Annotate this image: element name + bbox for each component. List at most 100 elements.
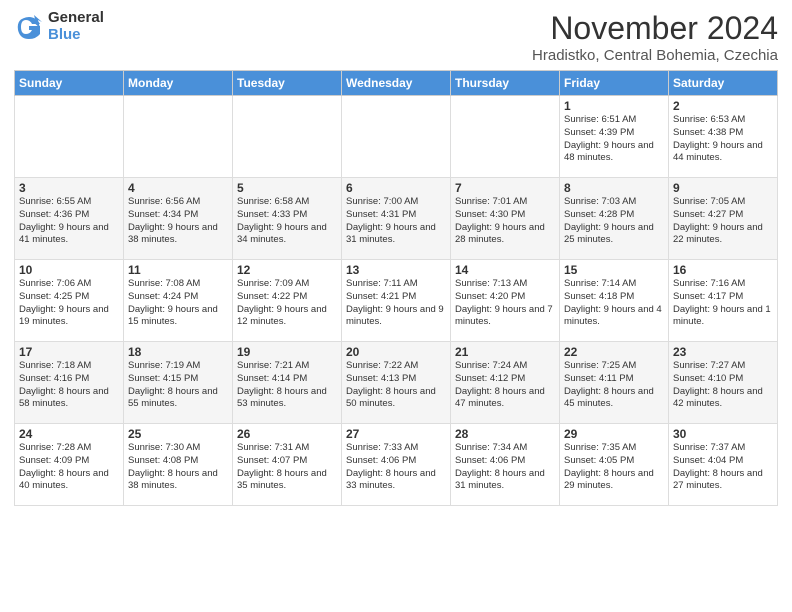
day-info: Sunrise: 7:18 AM Sunset: 4:16 PM Dayligh… xyxy=(19,360,119,411)
day-number: 28 xyxy=(455,427,555,441)
calendar-day-cell: 14Sunrise: 7:13 AM Sunset: 4:20 PM Dayli… xyxy=(451,260,560,342)
day-number: 17 xyxy=(19,345,119,359)
day-info: Sunrise: 7:09 AM Sunset: 4:22 PM Dayligh… xyxy=(237,278,337,329)
calendar-day-cell: 19Sunrise: 7:21 AM Sunset: 4:14 PM Dayli… xyxy=(233,342,342,424)
calendar-day-cell: 11Sunrise: 7:08 AM Sunset: 4:24 PM Dayli… xyxy=(124,260,233,342)
weekday-header: Monday xyxy=(124,71,233,96)
weekday-header: Tuesday xyxy=(233,71,342,96)
calendar-week-row: 17Sunrise: 7:18 AM Sunset: 4:16 PM Dayli… xyxy=(15,342,778,424)
calendar-day-cell: 4Sunrise: 6:56 AM Sunset: 4:34 PM Daylig… xyxy=(124,178,233,260)
day-number: 19 xyxy=(237,345,337,359)
day-number: 20 xyxy=(346,345,446,359)
day-number: 6 xyxy=(346,181,446,195)
day-info: Sunrise: 7:35 AM Sunset: 4:05 PM Dayligh… xyxy=(564,442,664,493)
day-number: 18 xyxy=(128,345,228,359)
month-title: November 2024 xyxy=(532,10,778,47)
calendar-day-cell: 12Sunrise: 7:09 AM Sunset: 4:22 PM Dayli… xyxy=(233,260,342,342)
calendar-day-cell xyxy=(342,96,451,178)
calendar-day-cell: 28Sunrise: 7:34 AM Sunset: 4:06 PM Dayli… xyxy=(451,424,560,506)
day-number: 11 xyxy=(128,263,228,277)
calendar-day-cell: 5Sunrise: 6:58 AM Sunset: 4:33 PM Daylig… xyxy=(233,178,342,260)
calendar-week-row: 1Sunrise: 6:51 AM Sunset: 4:39 PM Daylig… xyxy=(15,96,778,178)
calendar-day-cell: 20Sunrise: 7:22 AM Sunset: 4:13 PM Dayli… xyxy=(342,342,451,424)
day-number: 26 xyxy=(237,427,337,441)
calendar-day-cell: 25Sunrise: 7:30 AM Sunset: 4:08 PM Dayli… xyxy=(124,424,233,506)
calendar-day-cell: 7Sunrise: 7:01 AM Sunset: 4:30 PM Daylig… xyxy=(451,178,560,260)
weekday-header: Saturday xyxy=(669,71,778,96)
calendar-day-cell: 26Sunrise: 7:31 AM Sunset: 4:07 PM Dayli… xyxy=(233,424,342,506)
weekday-header: Friday xyxy=(560,71,669,96)
calendar-day-cell: 16Sunrise: 7:16 AM Sunset: 4:17 PM Dayli… xyxy=(669,260,778,342)
calendar-day-cell: 21Sunrise: 7:24 AM Sunset: 4:12 PM Dayli… xyxy=(451,342,560,424)
day-number: 15 xyxy=(564,263,664,277)
day-number: 4 xyxy=(128,181,228,195)
page-container: General Blue November 2024 Hradistko, Ce… xyxy=(0,0,792,612)
calendar-table: SundayMondayTuesdayWednesdayThursdayFrid… xyxy=(14,70,778,506)
day-number: 1 xyxy=(564,99,664,113)
day-number: 25 xyxy=(128,427,228,441)
day-number: 7 xyxy=(455,181,555,195)
weekday-header: Wednesday xyxy=(342,71,451,96)
day-number: 14 xyxy=(455,263,555,277)
day-number: 24 xyxy=(19,427,119,441)
day-info: Sunrise: 7:34 AM Sunset: 4:06 PM Dayligh… xyxy=(455,442,555,493)
day-info: Sunrise: 6:58 AM Sunset: 4:33 PM Dayligh… xyxy=(237,196,337,247)
calendar-day-cell: 15Sunrise: 7:14 AM Sunset: 4:18 PM Dayli… xyxy=(560,260,669,342)
logo-general: General xyxy=(48,10,104,27)
day-info: Sunrise: 7:11 AM Sunset: 4:21 PM Dayligh… xyxy=(346,278,446,329)
calendar-day-cell: 6Sunrise: 7:00 AM Sunset: 4:31 PM Daylig… xyxy=(342,178,451,260)
day-info: Sunrise: 7:05 AM Sunset: 4:27 PM Dayligh… xyxy=(673,196,773,247)
calendar-day-cell xyxy=(124,96,233,178)
day-number: 27 xyxy=(346,427,446,441)
day-info: Sunrise: 7:21 AM Sunset: 4:14 PM Dayligh… xyxy=(237,360,337,411)
logo-icon xyxy=(14,12,44,42)
day-info: Sunrise: 7:24 AM Sunset: 4:12 PM Dayligh… xyxy=(455,360,555,411)
day-info: Sunrise: 6:53 AM Sunset: 4:38 PM Dayligh… xyxy=(673,114,773,165)
day-info: Sunrise: 7:31 AM Sunset: 4:07 PM Dayligh… xyxy=(237,442,337,493)
calendar-week-row: 10Sunrise: 7:06 AM Sunset: 4:25 PM Dayli… xyxy=(15,260,778,342)
day-info: Sunrise: 7:14 AM Sunset: 4:18 PM Dayligh… xyxy=(564,278,664,329)
logo: General Blue xyxy=(14,10,104,43)
day-info: Sunrise: 7:27 AM Sunset: 4:10 PM Dayligh… xyxy=(673,360,773,411)
weekday-header: Thursday xyxy=(451,71,560,96)
day-info: Sunrise: 7:28 AM Sunset: 4:09 PM Dayligh… xyxy=(19,442,119,493)
calendar-day-cell: 10Sunrise: 7:06 AM Sunset: 4:25 PM Dayli… xyxy=(15,260,124,342)
logo-blue: Blue xyxy=(48,27,104,44)
calendar-week-row: 24Sunrise: 7:28 AM Sunset: 4:09 PM Dayli… xyxy=(15,424,778,506)
calendar-day-cell xyxy=(451,96,560,178)
title-block: November 2024 Hradistko, Central Bohemia… xyxy=(532,10,778,64)
day-info: Sunrise: 7:33 AM Sunset: 4:06 PM Dayligh… xyxy=(346,442,446,493)
day-info: Sunrise: 7:25 AM Sunset: 4:11 PM Dayligh… xyxy=(564,360,664,411)
day-number: 22 xyxy=(564,345,664,359)
calendar-day-cell: 13Sunrise: 7:11 AM Sunset: 4:21 PM Dayli… xyxy=(342,260,451,342)
calendar-day-cell: 3Sunrise: 6:55 AM Sunset: 4:36 PM Daylig… xyxy=(15,178,124,260)
day-number: 8 xyxy=(564,181,664,195)
day-info: Sunrise: 7:00 AM Sunset: 4:31 PM Dayligh… xyxy=(346,196,446,247)
day-info: Sunrise: 7:16 AM Sunset: 4:17 PM Dayligh… xyxy=(673,278,773,329)
calendar-day-cell: 22Sunrise: 7:25 AM Sunset: 4:11 PM Dayli… xyxy=(560,342,669,424)
day-info: Sunrise: 7:06 AM Sunset: 4:25 PM Dayligh… xyxy=(19,278,119,329)
day-number: 10 xyxy=(19,263,119,277)
page-header: General Blue November 2024 Hradistko, Ce… xyxy=(14,10,778,64)
day-info: Sunrise: 7:30 AM Sunset: 4:08 PM Dayligh… xyxy=(128,442,228,493)
day-number: 21 xyxy=(455,345,555,359)
calendar-day-cell: 1Sunrise: 6:51 AM Sunset: 4:39 PM Daylig… xyxy=(560,96,669,178)
calendar-day-cell: 17Sunrise: 7:18 AM Sunset: 4:16 PM Dayli… xyxy=(15,342,124,424)
day-info: Sunrise: 7:01 AM Sunset: 4:30 PM Dayligh… xyxy=(455,196,555,247)
calendar-day-cell: 2Sunrise: 6:53 AM Sunset: 4:38 PM Daylig… xyxy=(669,96,778,178)
calendar-day-cell xyxy=(15,96,124,178)
day-info: Sunrise: 7:22 AM Sunset: 4:13 PM Dayligh… xyxy=(346,360,446,411)
weekday-header: Sunday xyxy=(15,71,124,96)
day-number: 2 xyxy=(673,99,773,113)
calendar-day-cell: 30Sunrise: 7:37 AM Sunset: 4:04 PM Dayli… xyxy=(669,424,778,506)
calendar-day-cell: 29Sunrise: 7:35 AM Sunset: 4:05 PM Dayli… xyxy=(560,424,669,506)
logo-text: General Blue xyxy=(48,10,104,43)
day-number: 9 xyxy=(673,181,773,195)
calendar-week-row: 3Sunrise: 6:55 AM Sunset: 4:36 PM Daylig… xyxy=(15,178,778,260)
day-info: Sunrise: 7:08 AM Sunset: 4:24 PM Dayligh… xyxy=(128,278,228,329)
location-subtitle: Hradistko, Central Bohemia, Czechia xyxy=(532,47,778,64)
day-info: Sunrise: 6:51 AM Sunset: 4:39 PM Dayligh… xyxy=(564,114,664,165)
day-number: 23 xyxy=(673,345,773,359)
day-number: 16 xyxy=(673,263,773,277)
day-number: 30 xyxy=(673,427,773,441)
